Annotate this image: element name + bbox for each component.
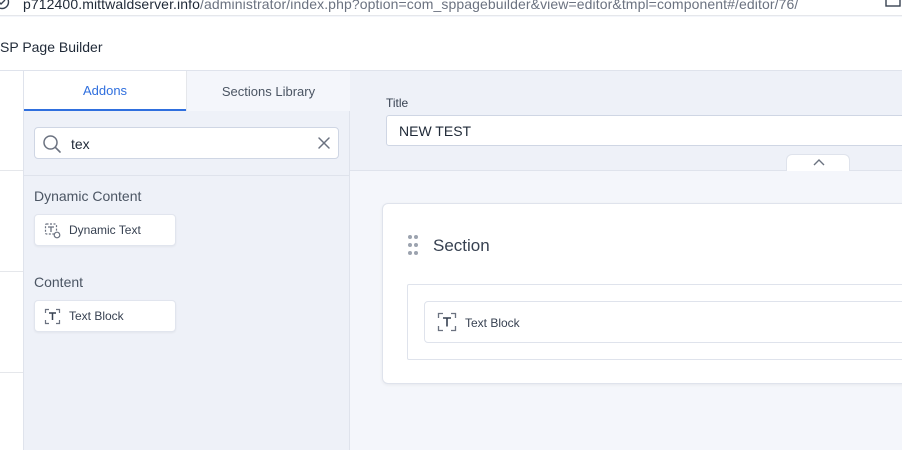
- app-title: SP Page Builder: [0, 39, 103, 55]
- addon-search-box: [34, 127, 339, 159]
- addon-text-block[interactable]: Text Block: [34, 300, 176, 332]
- drag-handle-icon[interactable]: [407, 234, 419, 256]
- rail-divider: [0, 372, 23, 373]
- text-block-element[interactable]: Text Block: [424, 301, 902, 343]
- panel-tabs: Addons Sections Library: [24, 71, 350, 111]
- title-label: Title: [386, 96, 409, 110]
- text-block-icon: [44, 308, 61, 325]
- site-security-icon[interactable]: [0, 0, 10, 10]
- section-title: Section: [433, 236, 490, 255]
- element-label: Text Block: [465, 316, 520, 330]
- collapse-title-button[interactable]: [786, 154, 850, 171]
- left-rail: ts s er: [0, 71, 24, 450]
- section-block[interactable]: Section Text Block: [382, 203, 902, 384]
- text-block-icon: [437, 312, 457, 332]
- chevron-up-icon: [813, 159, 825, 166]
- clear-search-icon[interactable]: [317, 136, 331, 150]
- address-host: p712400.mittwaldserver.info: [23, 0, 201, 12]
- panel-divider: [24, 175, 350, 176]
- addon-dynamic-text[interactable]: Dynamic Text: [34, 214, 176, 246]
- tab-addons[interactable]: Addons: [24, 71, 186, 111]
- address-path: /administrator/index.php?option=com_sppa…: [200, 0, 799, 12]
- extension-icon[interactable]: [884, 0, 902, 10]
- addons-panel: Addons Sections Library Dynamic Content …: [24, 71, 350, 450]
- addon-search-input[interactable]: [71, 133, 301, 155]
- section-column[interactable]: Text Block: [407, 284, 902, 360]
- group-title-content: Content: [34, 274, 84, 290]
- addon-label: Text Block: [69, 309, 124, 323]
- browser-address-bar[interactable]: p712400.mittwaldserver.info/administrato…: [0, 0, 902, 16]
- rail-divider: [0, 271, 23, 272]
- tab-sections-library[interactable]: Sections Library: [186, 71, 350, 111]
- app-header: SP Page Builder: [0, 17, 902, 71]
- addon-label: Dynamic Text: [69, 223, 141, 237]
- dynamic-text-icon: [44, 223, 61, 239]
- group-title-dynamic-content: Dynamic Content: [34, 188, 142, 204]
- address-url[interactable]: p712400.mittwaldserver.info/administrato…: [23, 0, 798, 12]
- search-icon: [43, 135, 61, 153]
- rail-divider: [0, 170, 23, 171]
- page-title-input[interactable]: [386, 115, 902, 146]
- editor-canvas: Title Section Text Block: [350, 71, 902, 450]
